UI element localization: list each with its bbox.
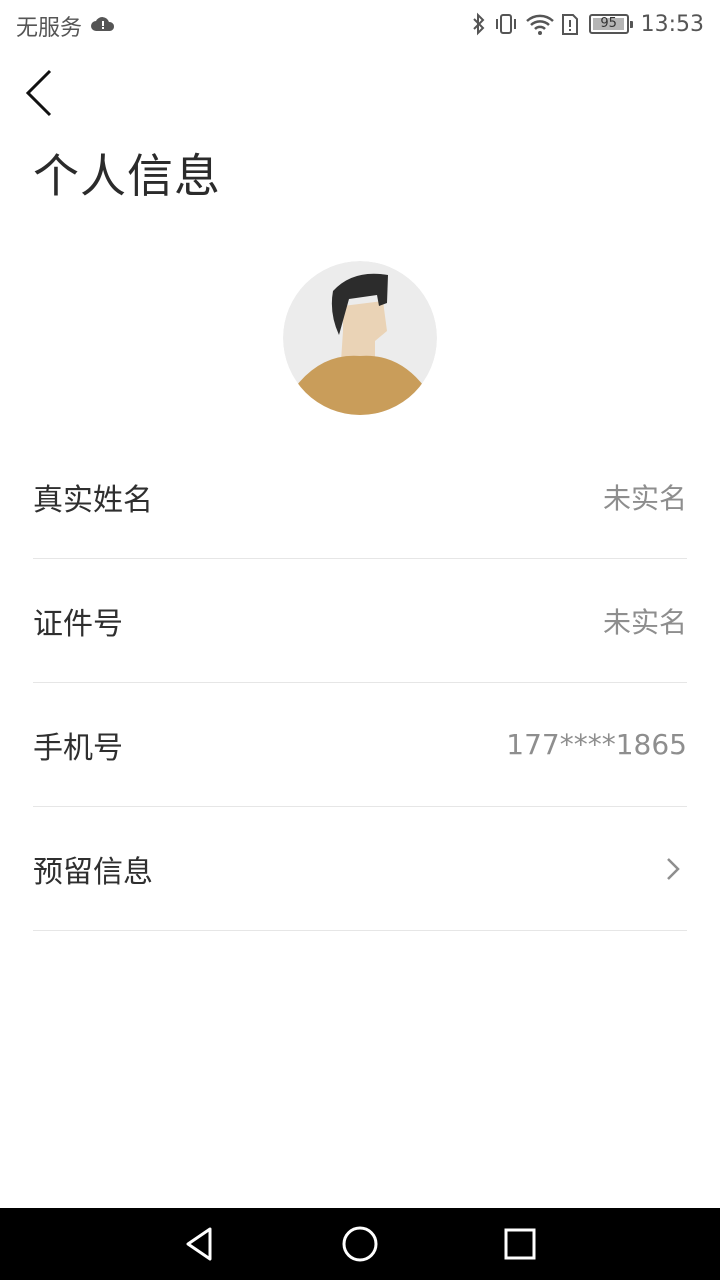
- nav-home-button[interactable]: [340, 1224, 380, 1264]
- real-name-value: 未实名: [602, 481, 687, 515]
- profile-info-list: 真实姓名 未实名 证件号 未实名 手机号 177****1865 预留信息: [33, 435, 687, 931]
- carrier-text: 无服务: [16, 16, 83, 41]
- status-time: 13:53: [640, 11, 704, 37]
- battery-level-text: 95: [600, 16, 617, 31]
- recents-square-icon: [504, 1228, 536, 1260]
- phone-value: 177****1865: [506, 728, 687, 761]
- reserved-info-row[interactable]: 预留信息: [33, 807, 687, 931]
- wifi-icon: [525, 12, 555, 36]
- battery-icon: 95: [588, 14, 633, 34]
- nav-back-button[interactable]: [180, 1224, 220, 1264]
- back-button[interactable]: [18, 64, 62, 122]
- bluetooth-icon: [471, 12, 487, 36]
- id-number-label: 证件号: [33, 606, 123, 642]
- chevron-right-icon: [667, 857, 680, 880]
- id-number-value: 未实名: [602, 605, 687, 639]
- avatar-person-icon: [283, 261, 437, 415]
- vibrate-icon: [493, 12, 519, 36]
- cloud-alert-icon: [91, 17, 115, 31]
- back-triangle-icon: [186, 1227, 212, 1261]
- real-name-label: 真实姓名: [33, 482, 153, 518]
- phone-row[interactable]: 手机号 177****1865: [33, 683, 687, 807]
- status-bar: 无服务 95 13:53: [0, 0, 720, 50]
- chevron-left-icon: [25, 69, 52, 117]
- system-nav-bar: [0, 1208, 720, 1280]
- avatar[interactable]: [283, 261, 437, 415]
- home-circle-icon: [342, 1226, 378, 1262]
- page-title: 个人信息: [33, 149, 221, 203]
- phone-label: 手机号: [33, 730, 123, 766]
- real-name-row[interactable]: 真实姓名 未实名: [33, 435, 687, 559]
- sim-alert-icon: [561, 12, 579, 36]
- nav-recents-button[interactable]: [500, 1224, 540, 1264]
- id-number-row[interactable]: 证件号 未实名: [33, 559, 687, 683]
- reserved-info-label: 预留信息: [33, 854, 153, 890]
